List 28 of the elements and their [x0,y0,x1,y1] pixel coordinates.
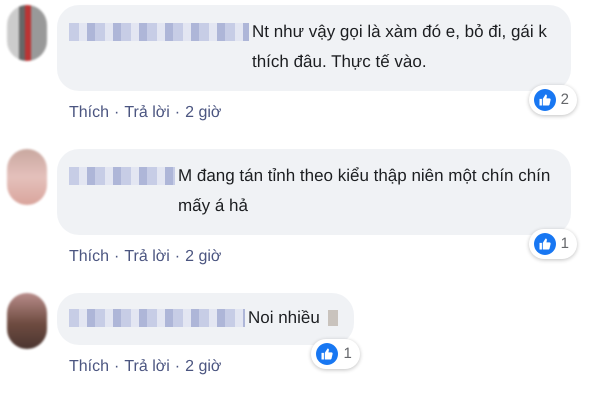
comment-action-link[interactable]: Thích [69,103,110,123]
thumbs-up-icon [534,233,556,255]
thumbs-up-icon [534,89,556,111]
comment-text: Noi nhiều [248,307,320,329]
comment-time: 2 giờ [185,357,222,377]
separator-dot: · [174,357,180,377]
reaction-count-badge[interactable]: 1 [528,229,577,259]
avatar-placeholder [7,149,47,205]
separator-dot: · [114,103,120,123]
avatar-placeholder [7,5,47,61]
thumbs-up-icon [316,343,338,365]
separator-dot: · [174,103,180,123]
separator-dot: · [114,357,120,377]
separator-dot: · [174,247,180,267]
comment-action-link[interactable]: Trả lời [124,247,170,267]
comment-text: Nt như vậy gọi là xàm đó e, bỏ đi, gái k thích đâu. Thực tế vào. [252,21,548,73]
blurred-emoji-placeholder [328,310,338,326]
comment-time: 2 giờ [185,103,222,123]
reaction-count-badge[interactable]: 2 [528,85,577,115]
comment-time: 2 giờ [185,247,222,267]
comment-text: M đang tán tỉnh theo kiểu thập niên một chín chín mấy á hả [178,165,552,217]
comment-action-link[interactable]: Trả lời [124,103,170,123]
comment-action-link[interactable]: Thích [69,247,110,267]
separator-dot: · [114,247,120,267]
avatar-placeholder [7,293,47,349]
comment-action-link[interactable]: Thích [69,357,110,377]
comment-action-link[interactable]: Trả lời [124,357,170,377]
reaction-count-badge[interactable]: 1 [311,339,360,369]
